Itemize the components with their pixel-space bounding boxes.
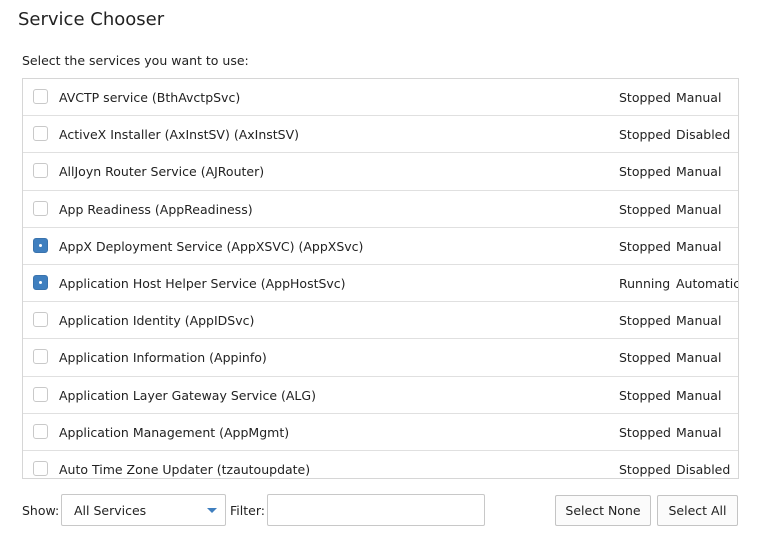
show-dropdown[interactable]: All Services <box>61 494 226 526</box>
service-name: AllJoyn Router Service (AJRouter) <box>59 164 265 180</box>
service-row[interactable]: Application Identity (AppIDSvc) Stopped Ma… <box>23 302 738 340</box>
select-all-button[interactable]: Select All <box>657 495 738 526</box>
instructions-text: Select the services you want to use: <box>22 53 249 68</box>
service-name: Application Identity (AppIDSvc) <box>59 313 255 329</box>
service-checkbox[interactable] <box>33 349 48 365</box>
service-name: Auto Time Zone Updater (tzautoupdate) <box>59 461 311 477</box>
service-startup-type: Manual <box>676 164 722 180</box>
service-startup-type: Automatic <box>676 275 739 291</box>
service-status: Stopped <box>619 350 671 366</box>
service-checkbox[interactable] <box>33 274 48 290</box>
service-name: App Readiness (AppReadiness) <box>59 201 253 217</box>
service-row[interactable]: AppX Deployment Service (AppXSVC) (AppXS… <box>23 228 738 265</box>
service-startup-type: Manual <box>676 201 722 217</box>
service-startup-type: Manual <box>676 90 722 105</box>
service-checkbox[interactable] <box>33 460 48 476</box>
service-chooser-dialog: Service Chooser Select the services you … <box>0 0 758 536</box>
service-row[interactable]: App Readiness (AppReadiness) Stopped Manua… <box>23 191 738 228</box>
service-name: Application Information (Appinfo) <box>59 350 267 366</box>
service-row[interactable]: AVCTP service (BthAvctpSvc) Stopped Manual <box>23 79 738 117</box>
service-status: Running <box>619 275 671 291</box>
service-row[interactable]: Application Management (AppMgmt) Stopped M… <box>23 414 738 451</box>
service-status: Stopped <box>619 387 671 403</box>
service-checkbox[interactable] <box>33 163 48 179</box>
service-startup-type: Manual <box>676 350 722 366</box>
service-checkbox[interactable] <box>33 126 48 142</box>
service-status: Stopped <box>619 201 671 217</box>
service-status: Stopped <box>619 313 671 329</box>
service-checkbox[interactable] <box>33 312 48 328</box>
service-status: Stopped <box>619 238 671 254</box>
service-name: AVCTP service (BthAvctpSvc) <box>59 90 241 105</box>
service-name: Application Management (AppMgmt) <box>59 424 290 440</box>
service-checkbox[interactable] <box>33 386 48 402</box>
service-status: Stopped <box>619 90 671 105</box>
service-checkbox[interactable] <box>33 200 48 216</box>
service-name: Application Host Helper Service (AppHost… <box>59 275 346 291</box>
service-list[interactable]: AVCTP service (BthAvctpSvc) Stopped Manual… <box>22 78 739 479</box>
service-startup-type: Disabled <box>676 127 731 143</box>
show-label: Show: <box>22 503 60 518</box>
service-checkbox[interactable] <box>33 237 48 253</box>
service-status: Stopped <box>619 164 671 180</box>
service-row[interactable]: Application Information (Appinfo) Stopped… <box>23 339 738 377</box>
service-startup-type: Manual <box>676 313 722 329</box>
service-name: Application Layer Gateway Service (ALG) <box>59 387 316 403</box>
service-startup-type: Manual <box>676 424 722 440</box>
page-title: Service Chooser <box>18 9 165 30</box>
service-name: ActiveX Installer (AxInstSV) (AxInstSV) <box>59 127 300 143</box>
chevron-down-icon <box>207 508 217 513</box>
service-status: Stopped <box>619 127 671 143</box>
service-row[interactable]: Application Host Helper Service (AppHost… <box>23 265 739 303</box>
service-row[interactable]: Application Layer Gateway Service (ALG) S… <box>23 377 738 414</box>
service-status: Stopped <box>619 461 671 477</box>
filter-label: Filter: <box>230 503 265 518</box>
service-startup-type: Manual <box>676 387 722 403</box>
service-row[interactable]: ActiveX Installer (AxInstSV) (AxInstSV) S… <box>23 116 738 154</box>
show-dropdown-value: All Services <box>74 503 147 518</box>
service-row[interactable]: AllJoyn Router Service (AJRouter) Stopped… <box>23 153 738 191</box>
service-startup-type: Manual <box>676 238 722 254</box>
filter-input[interactable] <box>267 494 485 526</box>
service-row[interactable]: Auto Time Zone Updater (tzautoupdate) Sto… <box>23 451 738 478</box>
service-status: Stopped <box>619 424 671 440</box>
service-checkbox[interactable] <box>33 423 48 439</box>
service-checkbox[interactable] <box>33 89 48 104</box>
select-none-button[interactable]: Select None <box>555 495 651 526</box>
service-name: AppX Deployment Service (AppXSVC) (AppXS… <box>59 238 364 254</box>
service-startup-type: Disabled <box>676 461 731 477</box>
